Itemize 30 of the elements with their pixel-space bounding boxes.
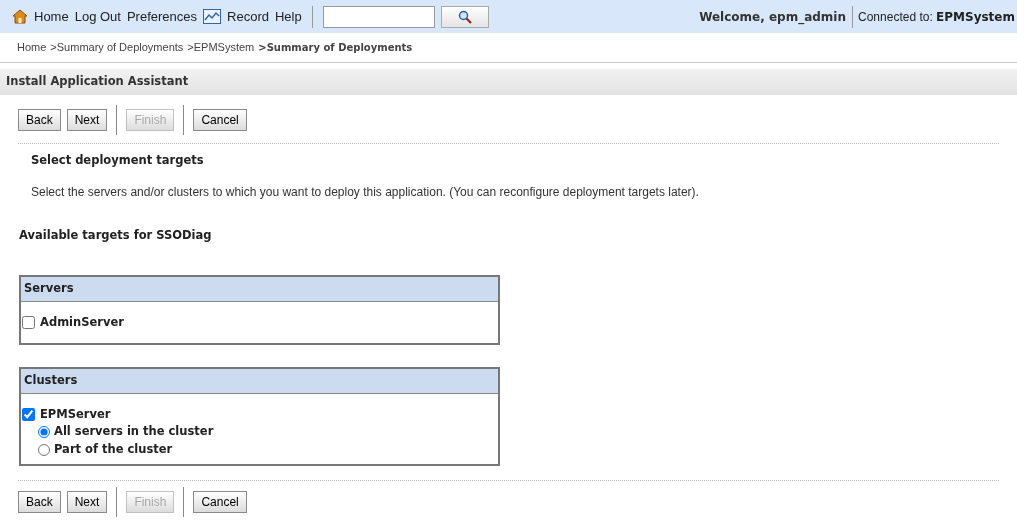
step-title: Select deployment targets xyxy=(31,152,205,169)
table-header: Servers xyxy=(21,276,498,302)
home-icon[interactable] xyxy=(12,9,28,24)
nav-link[interactable]: Home xyxy=(34,6,69,27)
nav-link[interactable]: Log Out xyxy=(74,6,121,27)
connection-text: Connected to: EPMSystem xyxy=(857,8,1016,26)
breadcrumb-link[interactable]: >EPMSystem xyxy=(187,39,255,56)
search-icon xyxy=(457,9,472,24)
server-label: AdminServer xyxy=(40,313,124,331)
welcome-text: Welcome, epm_admin xyxy=(699,8,847,26)
nav-link[interactable]: Record xyxy=(227,6,269,27)
cluster-radio[interactable] xyxy=(38,426,50,438)
search-button[interactable] xyxy=(440,5,489,28)
breadcrumb-link[interactable]: >Summary of Deployments xyxy=(50,39,184,56)
nav-link[interactable]: Preferences xyxy=(126,6,198,27)
chart-icon[interactable] xyxy=(203,9,222,24)
table-header: Clusters xyxy=(21,368,498,394)
breadcrumb-link[interactable]: >Summary of Deployments xyxy=(258,40,413,55)
panel-title: Install Application Assistant xyxy=(6,73,189,91)
radio-label: All servers in the cluster xyxy=(54,423,214,441)
breadcrumb-link[interactable]: Home xyxy=(17,39,47,56)
targets-heading: Available targets for SSODiag xyxy=(18,227,213,245)
cluster-checkbox[interactable] xyxy=(22,407,35,421)
nav-link[interactable]: Help xyxy=(274,6,302,27)
cluster-label: EPMServer xyxy=(40,405,111,423)
server-checkbox[interactable] xyxy=(22,315,35,329)
radio-label: Part of the cluster xyxy=(54,441,173,459)
cluster-radio[interactable] xyxy=(38,444,50,456)
search-field[interactable] xyxy=(322,5,435,28)
step-description: Select the servers and/or clusters to which you want to deploy this application. (You can reconfigure deployment targets later). xyxy=(31,184,700,202)
